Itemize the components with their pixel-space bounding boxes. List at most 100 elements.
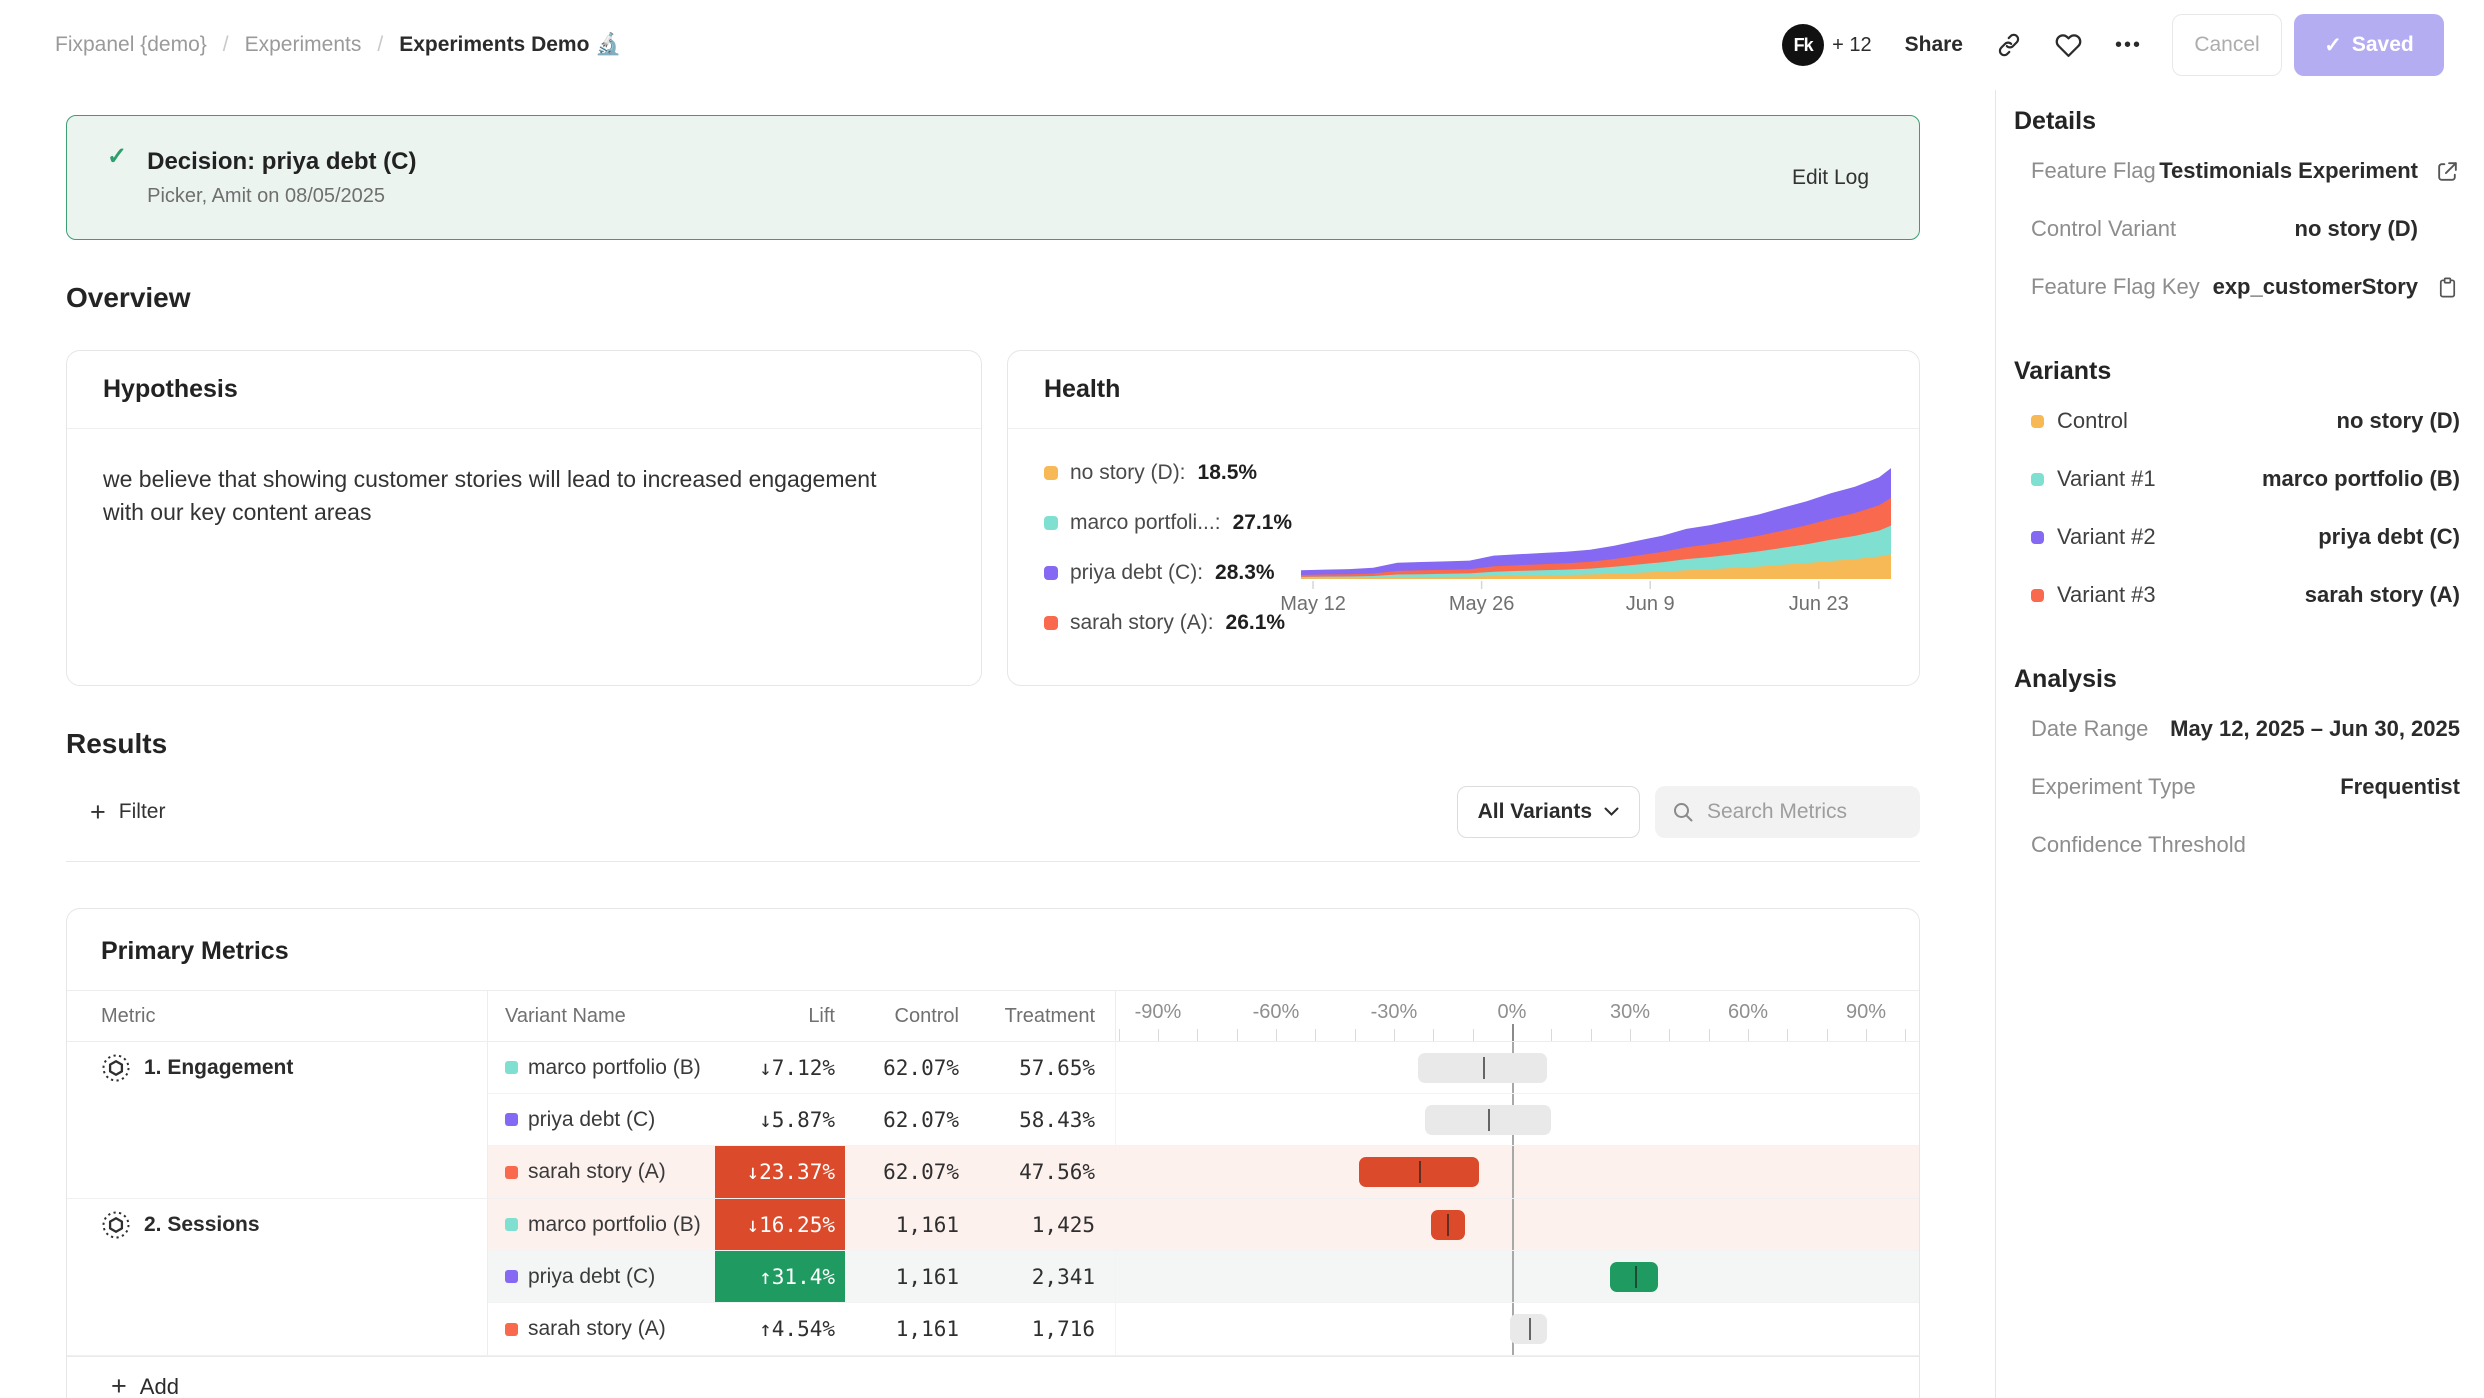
axis-tick [1591,1029,1592,1041]
collaborators[interactable]: Fk + 12 [1782,24,1871,66]
lift-cell: ↑4.54% [715,1303,845,1355]
treatment-cell: 2,341 [965,1265,1115,1289]
axis-tick [1866,1029,1867,1041]
axis-label: 90% [1846,1001,1886,1024]
variant-label: marco portfolio (B) [528,1213,701,1237]
avatar[interactable]: Fk [1782,24,1824,66]
variant-slot-label: Variant #1 [2057,466,2156,492]
variant-label: priya debt (C) [528,1265,655,1289]
axis-tick [1630,1029,1631,1041]
variant-value: sarah story (A) [2305,582,2460,608]
more-menu-icon[interactable]: ••• [2115,34,2142,57]
search-metrics-input[interactable] [1707,800,1897,824]
axis-tick [1197,1029,1198,1041]
axis-tick [1355,1029,1356,1041]
detail-label: Feature Flag Key [2031,274,2200,300]
axis-label: 60% [1728,1001,1768,1024]
icon-slot-empty [2434,216,2460,242]
control-cell: 1,161 [845,1317,965,1341]
metric-search[interactable] [1655,786,1920,838]
variant-row: Controlno story (D) [2014,392,2460,450]
detail-value: exp_customerStory [2213,274,2418,300]
zero-line [1512,1251,1514,1302]
legend-swatch [1044,516,1058,530]
legend-swatch [1044,466,1058,480]
hypothesis-card: Hypothesis we believe that showing custo… [66,350,982,686]
axis-tick [1709,1029,1710,1041]
variant-slot-label: Control [2057,408,2128,434]
variant-filter-dropdown[interactable]: All Variants [1457,786,1640,838]
primary-metrics-header: Metric Variant Name Lift Control Treatme… [67,990,1919,1042]
breadcrumb-item[interactable]: Fixpanel {demo} [55,33,207,57]
breadcrumb-separator: / [377,33,383,57]
favorite-heart-icon[interactable] [2055,32,2082,59]
axis-tick [1551,1029,1552,1041]
treatment-cell: 47.56% [965,1160,1115,1184]
copy-link-icon[interactable] [1996,32,2022,58]
lift-marker [1483,1057,1485,1079]
lift-cell: ↑31.4% [715,1251,845,1302]
zero-line [1512,1146,1514,1198]
analysis-row: Experiment TypeFrequentist [2014,758,2460,816]
analysis-heading: Analysis [2014,664,2460,694]
legend-value: 28.3% [1215,561,1275,585]
lift-cell: ↓7.12% [715,1042,845,1093]
analysis-label: Experiment Type [2031,774,2196,800]
topbar: Fixpanel {demo}/Experiments/Experiments … [0,0,2484,90]
detail-value[interactable]: Testimonials Experiment [2159,158,2418,184]
variant-value: marco portfolio (B) [2262,466,2460,492]
add-metric-button[interactable]: + Add [67,1356,1919,1398]
axis-tick-label: May 26 [1449,593,1515,616]
metric-row[interactable]: marco portfolio (B)↓7.12%62.07%57.65% [488,1042,1919,1094]
variant-label: sarah story (A) [528,1317,666,1341]
treatment-cell: 1,716 [965,1317,1115,1341]
axis-tick [1237,1029,1238,1041]
ci-chart-cell [1115,1042,1919,1093]
legend-swatch [1044,616,1058,630]
metric-row[interactable]: sarah story (A)↓23.37%62.07%47.56% [488,1146,1919,1198]
variants-section: Variants Controlno story (D) Variant #1 ma… [2014,356,2460,624]
metric-row[interactable]: priya debt (C)↑31.4%1,1612,341 [488,1251,1919,1303]
share-button[interactable]: Share [1905,33,1963,57]
lift-marker [1529,1318,1531,1340]
ci-chart-cell [1115,1199,1919,1250]
axis-tick [1473,1029,1474,1041]
breadcrumb-item[interactable]: Experiments Demo 🔬 [399,33,621,57]
legend-label: priya debt (C): [1070,561,1203,585]
variant-swatch [2031,589,2044,602]
legend-value: 26.1% [1226,611,1286,635]
decision-banner: ✓ Decision: priya debt (C) Picker, Amit … [66,115,1920,240]
legend-value: 18.5% [1198,461,1258,485]
variant-name-cell: marco portfolio (B) [488,1056,715,1080]
axis-tick [1394,1029,1395,1041]
saved-button[interactable]: ✓ Saved [2294,14,2444,76]
variant-value: priya debt (C) [2318,524,2460,550]
confidence-interval-bar [1425,1105,1551,1135]
decision-check-icon: ✓ [107,142,127,171]
variant-filter-value: All Variants [1478,800,1592,824]
variants-heading: Variants [2014,356,2460,386]
health-legend-item: marco portfoli...: 27.1% [1044,511,1301,535]
cancel-button[interactable]: Cancel [2172,14,2282,76]
edit-log-button[interactable]: Edit Log [1792,166,1869,190]
filter-label: Filter [119,800,166,824]
check-icon: ✓ [2324,33,2342,58]
primary-metrics-body: 1. Engagementmarco portfolio (B)↓7.12%62… [67,1042,1919,1356]
control-cell: 62.07% [845,1056,965,1080]
external-link-icon[interactable] [2435,159,2460,184]
metric-row[interactable]: marco portfolio (B)↓16.25%1,1611,425 [488,1199,1919,1251]
metric-row[interactable]: priya debt (C)↓5.87%62.07%58.43% [488,1094,1919,1146]
results-heading: Results [66,728,1920,760]
axis-tick [1827,1029,1828,1041]
add-filter-button[interactable]: + Filter [90,799,165,826]
ci-chart-cell [1115,1146,1919,1198]
metric-row[interactable]: sarah story (A) ↑4.54%1,1611,716 [488,1303,1919,1355]
clipboard-icon[interactable] [2436,275,2459,300]
column-variant: Variant Name [488,1005,715,1028]
breadcrumb-item[interactable]: Experiments [245,33,362,57]
analysis-rows: Date RangeMay 12, 2025 – Jun 30, 2025Exp… [2014,700,2460,874]
detail-row: Control Variantno story (D) [2014,200,2460,258]
metric-group: 1. Engagementmarco portfolio (B)↓7.12%62… [67,1042,1919,1199]
axis-tick-label: Jun 9 [1626,593,1675,616]
variant-name-cell: marco portfolio (B) [488,1213,715,1237]
